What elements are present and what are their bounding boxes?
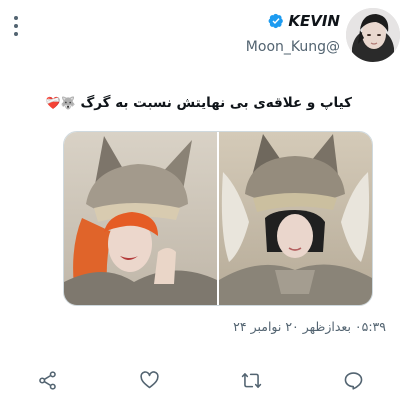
- verified-badge-icon: [268, 13, 284, 29]
- author-names: KEVIN Moon_Kung@: [246, 12, 340, 55]
- avatar[interactable]: [346, 8, 400, 62]
- media-photo-2[interactable]: [219, 132, 372, 305]
- tweet-action-bar: [0, 360, 400, 400]
- media-photo-1[interactable]: [64, 132, 217, 305]
- media-grid[interactable]: [63, 131, 373, 306]
- retweet-icon[interactable]: [239, 368, 263, 392]
- display-name-row: KEVIN: [246, 12, 340, 30]
- user-handle[interactable]: Moon_Kung@: [246, 39, 340, 55]
- more-options-icon[interactable]: [8, 16, 24, 36]
- tweet-timestamp[interactable]: ۰۵:۳۹ بعدازظهر ۲۰ نوامبر ۲۴: [233, 319, 386, 334]
- tweet-header: KEVIN Moon_Kung@: [0, 0, 400, 70]
- reply-icon[interactable]: [341, 368, 365, 392]
- tweet-body: کیاپ و علاقه‌ی بی نهایتش نسبت به گرگ: [80, 95, 352, 111]
- heart-icon[interactable]: [137, 368, 161, 392]
- wolf-heart-emoji: 🐺❤️‍🩹: [45, 96, 76, 110]
- tweet-text: کیاپ و علاقه‌ی بی نهایتش نسبت به گرگ 🐺❤️…: [46, 95, 352, 111]
- share-icon[interactable]: [35, 368, 59, 392]
- display-name[interactable]: KEVIN: [288, 12, 340, 30]
